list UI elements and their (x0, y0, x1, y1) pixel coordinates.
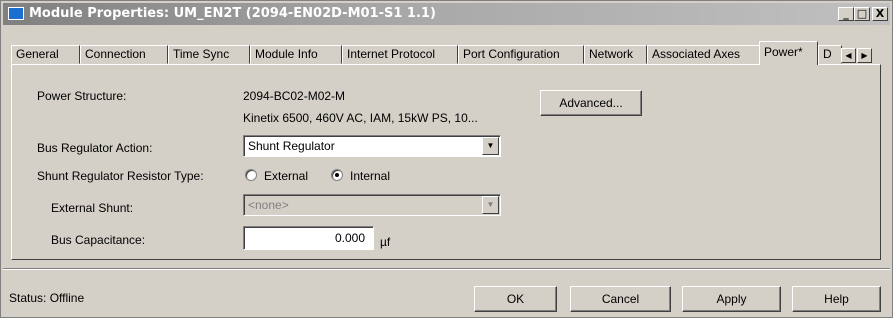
close-button[interactable]: X (872, 7, 888, 21)
radio-selected-dot (335, 173, 339, 177)
shunt-external-radio[interactable] (245, 169, 257, 181)
minimize-button[interactable]: _ (838, 7, 854, 21)
tab-time-sync[interactable]: Time Sync (168, 45, 250, 64)
maximize-button[interactable]: □ (854, 7, 870, 21)
power-structure-label: Power Structure: (37, 89, 127, 103)
ok-button[interactable]: OK (474, 286, 557, 312)
tab-strip: General Connection Time Sync Module Info… (11, 38, 881, 65)
window-title: Module Properties: UM_EN2T (2094-EN02D-M… (29, 6, 436, 21)
cancel-button[interactable]: Cancel (570, 286, 671, 312)
power-structure-description: Kinetix 6500, 460V AC, IAM, 15kW PS, 10.… (243, 111, 478, 125)
tab-associated-axes[interactable]: Associated Axes (647, 45, 760, 64)
chevron-down-icon[interactable]: ▼ (482, 196, 499, 214)
power-tab-panel: Power Structure: 2094-BC02-M02-M Kinetix… (11, 64, 881, 260)
external-shunt-label: External Shunt: (51, 201, 134, 215)
module-properties-window: Module Properties: UM_EN2T (2094-EN02D-M… (0, 0, 893, 318)
apply-button[interactable]: Apply (682, 286, 781, 312)
tab-network[interactable]: Network (584, 45, 647, 64)
shunt-internal-radio[interactable] (331, 169, 343, 181)
tab-scroll-right-icon[interactable]: ▶ (857, 48, 872, 63)
title-bar[interactable]: Module Properties: UM_EN2T (2094-EN02D-M… (3, 3, 890, 25)
advanced-button[interactable]: Advanced... (540, 90, 642, 116)
tab-port-configuration[interactable]: Port Configuration (458, 45, 584, 64)
help-button[interactable]: Help (792, 286, 881, 312)
tab-module-info[interactable]: Module Info (250, 45, 342, 64)
chevron-down-icon[interactable]: ▼ (482, 137, 499, 155)
window-icon (8, 7, 24, 20)
tab-scroll-left-icon[interactable]: ◀ (841, 48, 856, 63)
bus-capacitance-unit: µf (380, 235, 391, 249)
tab-connection[interactable]: Connection (80, 45, 168, 64)
external-shunt-select[interactable]: <none> ▼ (243, 194, 501, 216)
bus-regulator-action-select[interactable]: Shunt Regulator ▼ (243, 135, 501, 157)
shunt-resistor-type-label: Shunt Regulator Resistor Type: (37, 169, 204, 183)
bus-regulator-action-value: Shunt Regulator (248, 139, 335, 153)
shunt-internal-label[interactable]: Internal (350, 169, 390, 183)
bus-capacitance-input[interactable]: 0.000 (243, 226, 374, 250)
shunt-external-label[interactable]: External (264, 169, 308, 183)
bus-capacitance-label: Bus Capacitance: (51, 233, 146, 247)
bus-regulator-action-label: Bus Regulator Action: (37, 141, 153, 155)
power-structure-value: 2094-BC02-M02-M (243, 89, 346, 103)
external-shunt-value: <none> (248, 198, 289, 212)
tab-power[interactable]: Power* (759, 41, 818, 65)
tab-internet-protocol[interactable]: Internet Protocol (342, 45, 458, 64)
footer-separator (3, 268, 890, 270)
tab-d[interactable]: D (818, 45, 842, 64)
tab-general[interactable]: General (11, 45, 80, 64)
status-text: Status: Offline (9, 291, 85, 305)
